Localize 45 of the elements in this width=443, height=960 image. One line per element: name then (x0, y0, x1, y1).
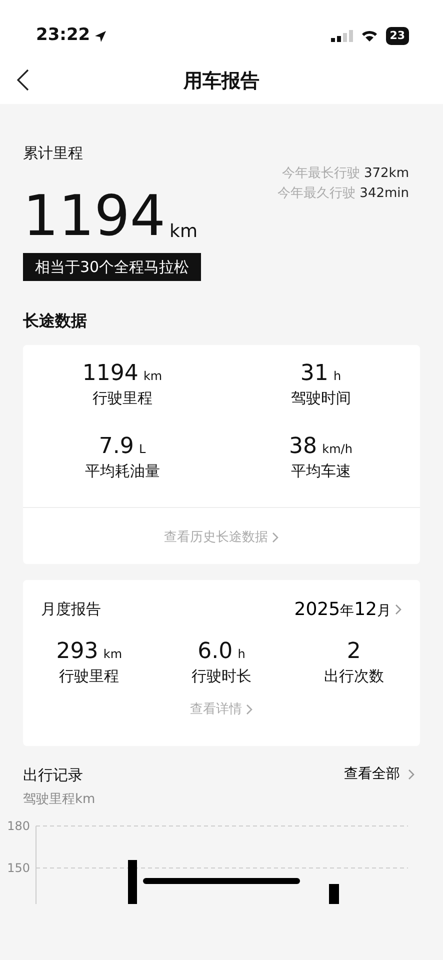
section-title: 长途数据 (22, 310, 88, 332)
unit-label: km (143, 369, 162, 383)
wifi-icon (360, 30, 378, 42)
page-title: 用车报告 (184, 68, 260, 94)
card-title: 月度报告 (41, 599, 101, 620)
chevron-icon (272, 532, 280, 543)
stat-label: 驾驶时间 (290, 388, 352, 410)
chevron-icon (246, 704, 254, 715)
stat-label: 平均车速 (290, 461, 352, 482)
unit-label: km (103, 646, 122, 661)
unit-label: h (333, 369, 342, 383)
stat-value: 2 (346, 638, 361, 664)
chevron-icon (408, 769, 415, 780)
month-selector[interactable]: 2025年12月 (294, 596, 402, 623)
clock-time: 23:22 (36, 24, 90, 48)
record-text: 今年最久行驶 342min (278, 184, 409, 202)
stat-value: 1194 (82, 361, 138, 386)
unit-label: km (170, 220, 198, 244)
stat-label: 出行次数 (322, 666, 385, 688)
axis-title: 驾驶里程km (22, 791, 96, 810)
signal-icon (330, 30, 353, 42)
battery-level: 23 (386, 26, 409, 46)
stat-value: 7.9 (98, 434, 134, 459)
stat-value: 6.0 (198, 638, 233, 664)
location-arrow-icon (94, 30, 108, 42)
unit-label: L (138, 442, 146, 456)
stat-label: 平均耗油量 (84, 461, 161, 482)
stat-value: 38 (289, 434, 318, 459)
stat-value: 293 (56, 638, 98, 664)
view-all-link[interactable]: 查看全部 (344, 764, 415, 786)
stat-label: 行驶里程 (58, 666, 120, 688)
chevron-icon (395, 604, 402, 615)
section-title: 出行记录 (23, 764, 83, 786)
section-label: 累计里程 (23, 143, 84, 164)
unit-label: km/h (322, 442, 352, 456)
stat-value: 31 (300, 361, 328, 386)
comparison-tag: 相当于30个全程马拉松 (23, 252, 202, 281)
stat-label: 行驶时长 (190, 666, 252, 688)
axis-tick-label: 150 (7, 860, 30, 875)
stat-label: 行驶里程 (91, 388, 154, 410)
unit-label: h (238, 646, 246, 661)
total-mileage: 1194 (23, 188, 166, 244)
record-text: 今年最长行驶 372km (280, 165, 409, 183)
back-icon[interactable] (16, 68, 30, 92)
axis-tick-label: 180 (7, 818, 30, 833)
